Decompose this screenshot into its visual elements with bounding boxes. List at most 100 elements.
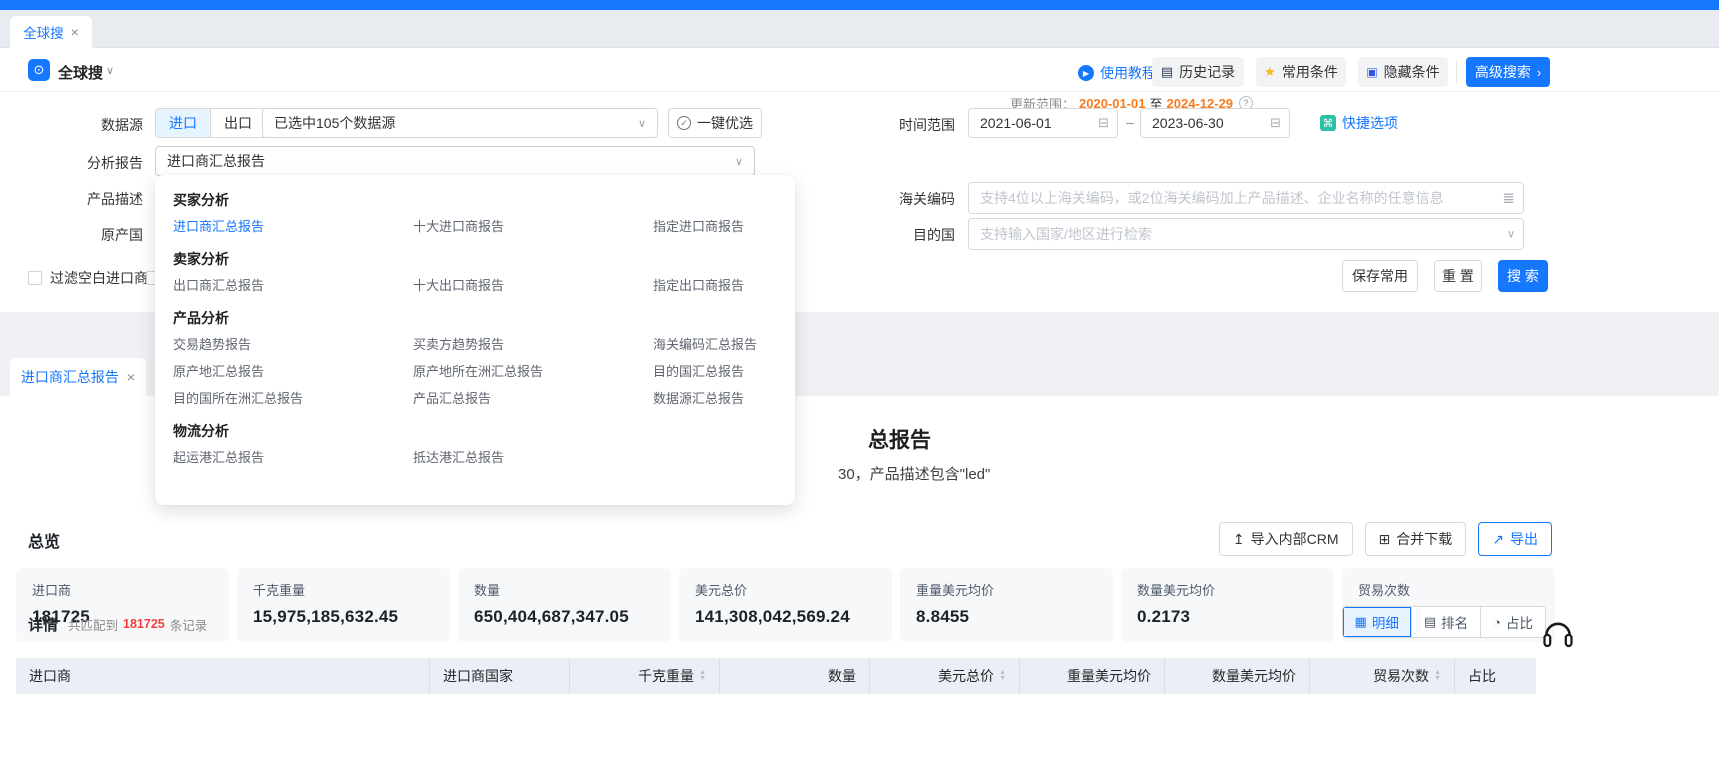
history-icon: ▤ <box>1161 64 1173 80</box>
stat-card: 数量650,404,687,347.05 <box>458 568 671 642</box>
report-option[interactable]: 指定进口商报告 <box>653 213 795 240</box>
rank-icon: ▤ <box>1424 614 1436 630</box>
reset-button[interactable]: 重 置 <box>1434 260 1482 292</box>
list-icon[interactable]: ≣ <box>1502 189 1515 207</box>
column-header[interactable]: 数量美元均价 <box>1165 658 1310 694</box>
match-summary: 共匹配到 181725 条记录 <box>68 615 207 634</box>
advanced-search-button[interactable]: 高级搜索 › <box>1466 57 1550 87</box>
sort-icon[interactable]: ▲▼ <box>1434 670 1441 682</box>
report-option[interactable]: 海关编码汇总报告 <box>653 331 795 358</box>
overview-action-label: 导出 <box>1510 529 1538 549</box>
column-header[interactable]: 美元总价 ▲▼ <box>870 658 1020 694</box>
report-group-items: 进口商汇总报告十大进口商报告指定进口商报告 <box>155 213 795 240</box>
export-button[interactable]: ↗ 导出 <box>1478 522 1552 556</box>
start-date-input[interactable] <box>968 108 1118 138</box>
overview-stats-row: 进口商181725千克重量15,975,185,632.45数量650,404,… <box>16 568 1555 642</box>
hs-code-input[interactable] <box>968 182 1524 214</box>
quick-options-link[interactable]: ⌘ 快捷选项 <box>1320 111 1398 135</box>
column-header-label: 数量 <box>828 666 856 686</box>
overview-action-button[interactable]: ↥导入内部CRM <box>1219 522 1353 556</box>
destination-label: 目的国 <box>883 225 955 245</box>
save-frequent-button[interactable]: 保存常用 <box>1342 260 1418 292</box>
history-button[interactable]: ▤ 历史记录 <box>1152 57 1244 87</box>
data-source-select-value: 已选中105个数据源 <box>274 113 395 133</box>
report-group-items: 交易趋势报告买卖方趋势报告海关编码汇总报告原产地汇总报告原产地所在洲汇总报告目的… <box>155 331 795 412</box>
column-header[interactable]: 贸易次数 ▲▼ <box>1310 658 1455 694</box>
report-option[interactable]: 原产地汇总报告 <box>173 358 413 385</box>
page-tab-global-search[interactable]: 全球搜 × <box>10 16 92 48</box>
end-date-input[interactable] <box>1140 108 1290 138</box>
history-label: 历史记录 <box>1179 62 1235 82</box>
report-option[interactable]: 产品汇总报告 <box>413 385 653 412</box>
app-icon: ⊙ <box>28 59 50 81</box>
view-tab-label: 占比 <box>1506 612 1533 632</box>
view-tab-占比[interactable]: ◔占比 <box>1480 607 1545 637</box>
report-option[interactable]: 十大出口商报告 <box>413 272 653 299</box>
report-option[interactable]: 进口商汇总报告 <box>173 213 413 240</box>
overview-action-button[interactable]: ⊞合并下载 <box>1365 522 1467 556</box>
column-header[interactable]: 数量 <box>720 658 870 694</box>
filter-blank-checkbox-row: 过滤空白进口商 <box>28 268 148 288</box>
report-option[interactable]: 数据源汇总报告 <box>653 385 795 412</box>
toggle-import[interactable]: 进口 <box>156 109 210 137</box>
destination-input[interactable] <box>968 218 1524 250</box>
report-select[interactable]: 进口商汇总报告 ∨ <box>155 146 755 176</box>
search-button[interactable]: 搜 索 <box>1498 260 1548 292</box>
stat-label: 数量 <box>474 580 655 599</box>
report-option[interactable]: 抵达港汇总报告 <box>413 444 653 471</box>
sort-icon[interactable]: ▲▼ <box>699 670 706 682</box>
report-option[interactable]: 目的国所在洲汇总报告 <box>173 385 413 412</box>
result-tab[interactable]: 进口商汇总报告 × <box>10 358 146 396</box>
tab-strip <box>0 10 1719 48</box>
frequent-label: 常用条件 <box>1282 62 1338 82</box>
caret-down-icon: ▼ <box>699 676 706 682</box>
export-icon: ↗ <box>1492 531 1504 548</box>
one-click-optimize-button[interactable]: ✓ 一键优选 <box>668 108 762 138</box>
tutorial-link[interactable]: ▶ 使用教程 <box>1078 61 1156 85</box>
stat-label: 数量美元均价 <box>1137 580 1318 599</box>
stat-value: 141,308,042,569.24 <box>695 607 876 627</box>
header-underline <box>0 91 1719 92</box>
column-header[interactable]: 进口商 <box>16 658 430 694</box>
column-header[interactable]: 重量美元均价 <box>1020 658 1165 694</box>
report-option[interactable]: 起运港汇总报告 <box>173 444 413 471</box>
data-source-select[interactable]: 已选中105个数据源 ∨ <box>262 108 658 138</box>
close-icon[interactable]: × <box>127 369 135 385</box>
view-tab-明细[interactable]: ▦明细 <box>1343 607 1411 637</box>
hide-conditions-button[interactable]: ▣ 隐藏条件 <box>1358 57 1448 87</box>
report-option[interactable]: 原产地所在洲汇总报告 <box>413 358 653 385</box>
report-option[interactable]: 交易趋势报告 <box>173 331 413 358</box>
toggle-export[interactable]: 出口 <box>210 109 265 137</box>
view-tab-排名[interactable]: ▤排名 <box>1411 607 1480 637</box>
chevron-down-icon[interactable]: ∨ <box>106 64 114 77</box>
column-header[interactable]: 千克重量▲▼ <box>570 658 720 694</box>
column-header[interactable]: 进口商国家 <box>430 658 570 694</box>
view-tab-label: 明细 <box>1372 612 1399 632</box>
stat-card: 数量美元均价0.2173 <box>1121 568 1334 642</box>
quick-options-label: 快捷选项 <box>1342 113 1398 133</box>
column-header-label: 贸易次数 <box>1373 666 1429 686</box>
report-option[interactable]: 指定出口商报告 <box>653 272 795 299</box>
sort-icon[interactable]: ▲▼ <box>999 670 1006 682</box>
result-tab-label: 进口商汇总报告 <box>21 367 119 387</box>
filter-blank-checkbox[interactable] <box>28 271 42 285</box>
close-icon[interactable]: × <box>71 24 79 40</box>
chevron-down-icon: ∨ <box>1507 228 1515 241</box>
chevron-down-icon: ∨ <box>638 117 646 130</box>
destination-field: ∨ <box>968 218 1524 250</box>
frequent-conditions-button[interactable]: ★ 常用条件 <box>1256 57 1346 87</box>
report-option[interactable]: 十大进口商报告 <box>413 213 653 240</box>
calendar-icon: ⊟ <box>1270 115 1281 131</box>
start-date-field: ⊟ <box>968 108 1118 138</box>
report-option[interactable]: 出口商汇总报告 <box>173 272 413 299</box>
column-header-label: 美元总价 <box>938 666 994 686</box>
report-option[interactable]: 买卖方趋势报告 <box>413 331 653 358</box>
match-suffix: 条记录 <box>170 615 208 634</box>
headset-icon[interactable] <box>1540 614 1576 659</box>
time-range-label: 时间范围 <box>883 115 955 135</box>
column-header-label: 数量美元均价 <box>1212 666 1296 686</box>
report-option[interactable]: 目的国汇总报告 <box>653 358 795 385</box>
column-header[interactable]: 占比 <box>1455 658 1536 694</box>
stat-label: 千克重量 <box>253 580 434 599</box>
one-click-optimize-label: 一键优选 <box>697 113 753 133</box>
